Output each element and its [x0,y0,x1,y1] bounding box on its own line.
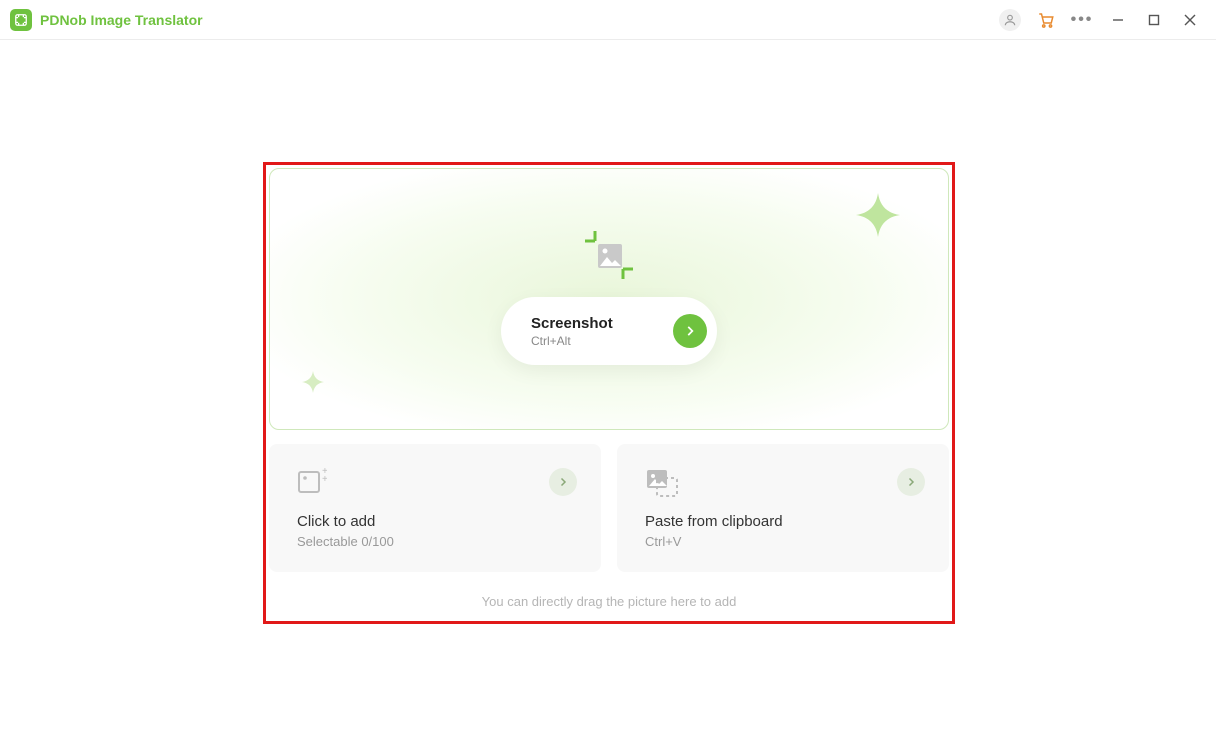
click-to-add-card[interactable]: + + Click to add Selectable 0/100 [269,444,601,572]
click-to-add-title: Click to add [297,513,573,530]
sparkle-icon [856,193,900,237]
content: Screenshot Ctrl+Alt + + [269,168,949,609]
cards-row: + + Click to add Selectable 0/100 [269,444,949,572]
maximize-icon [1148,14,1160,26]
main-area: Screenshot Ctrl+Alt + + [0,40,1216,736]
close-icon [1184,14,1196,26]
screenshot-shortcut: Ctrl+Alt [531,334,673,348]
chevron-right-icon [905,476,917,488]
screenshot-card[interactable]: Screenshot Ctrl+Alt [269,168,949,430]
cart-icon [1037,11,1055,29]
minimize-icon [1112,14,1124,26]
click-to-add-sub: Selectable 0/100 [297,534,573,549]
more-button[interactable]: ••• [1064,2,1100,38]
screenshot-pill[interactable]: Screenshot Ctrl+Alt [501,297,717,365]
chevron-right-icon [683,324,697,338]
close-button[interactable] [1172,2,1208,38]
svg-text:+: + [322,474,327,485]
maximize-button[interactable] [1136,2,1172,38]
screenshot-title: Screenshot [531,315,673,332]
paste-title: Paste from clipboard [645,513,921,530]
app-title: PDNob Image Translator [40,12,203,28]
paste-card[interactable]: Paste from clipboard Ctrl+V [617,444,949,572]
add-image-icon: + + [297,468,573,503]
clipboard-image-icon [645,468,921,503]
titlebar: PDNob Image Translator ••• [0,0,1216,40]
sparkle-icon [302,371,324,393]
drag-hint: You can directly drag the picture here t… [269,594,949,609]
click-to-add-go[interactable] [549,468,577,496]
minimize-button[interactable] [1100,2,1136,38]
user-button[interactable] [992,2,1028,38]
user-icon [999,9,1021,31]
paste-shortcut: Ctrl+V [645,534,921,549]
cart-button[interactable] [1028,2,1064,38]
paste-go[interactable] [897,468,925,496]
chevron-right-icon [557,476,569,488]
crop-image-icon [581,227,637,283]
screenshot-go-button[interactable] [673,314,707,348]
app-logo [10,9,32,31]
more-icon: ••• [1071,11,1094,29]
